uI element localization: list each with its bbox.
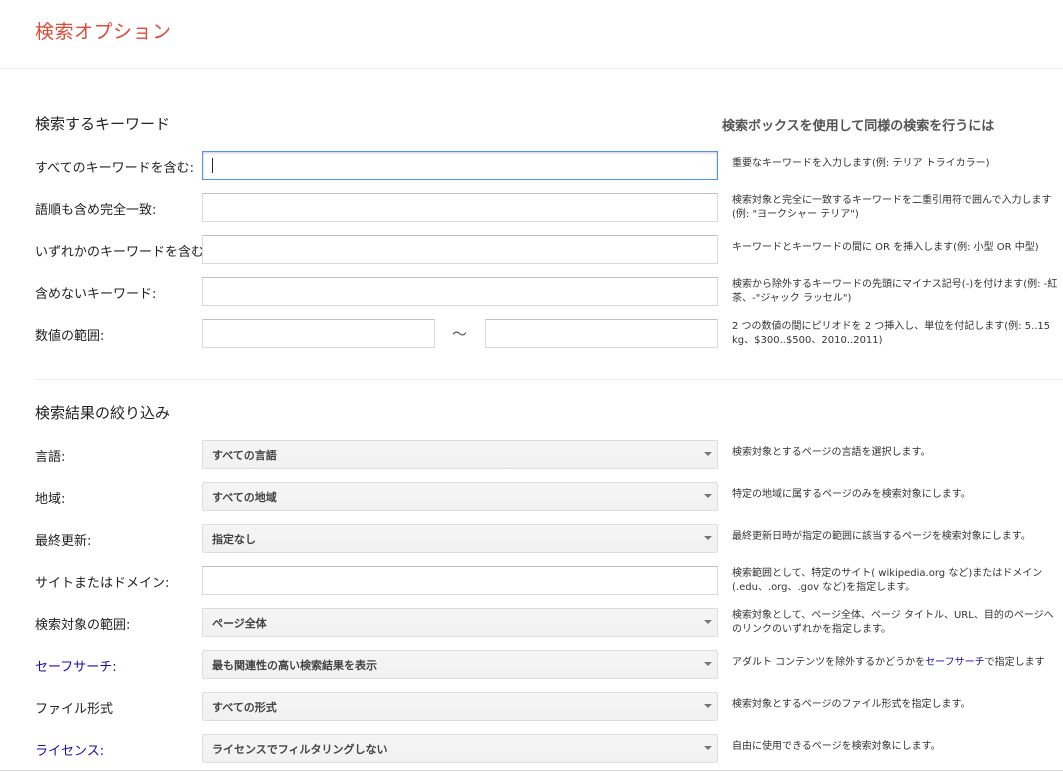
region-help: 特定の地域に属するページのみを検索対象にします。 xyxy=(732,489,971,500)
chevron-down-icon xyxy=(704,704,712,708)
terms-appearing-label: 検索対象の範囲: xyxy=(35,618,131,633)
number-range-to-input[interactable] xyxy=(485,319,718,348)
license-select-value: ライセンスでフィルタリングしない xyxy=(212,743,388,756)
none-words-label: 含めないキーワード: xyxy=(35,287,157,302)
section-divider xyxy=(35,379,1063,380)
safesearch-help: アダルト コンテンツを除外するかどうかをセーフサーチで指定します xyxy=(732,656,1062,670)
site-domain-label: サイトまたはドメイン: xyxy=(35,576,170,591)
row-file-type: ファイル形式 すべての形式 検索対象とするページのファイル形式を指定します。 xyxy=(0,692,1063,722)
chevron-down-icon xyxy=(704,452,712,456)
any-words-help: キーワードとキーワードの間に OR を挿入します(例: 小型 OR 中型) xyxy=(732,242,1039,253)
terms-appearing-select[interactable]: ページ全体 xyxy=(202,608,718,637)
site-domain-help: 検索範囲として、特定のサイト( wikipedia.org など)またはドメイン… xyxy=(732,568,1043,593)
chevron-down-icon xyxy=(704,620,712,624)
safesearch-label-link[interactable]: セーフサーチ: xyxy=(35,656,117,675)
last-update-help: 最終更新日時が指定の範囲に該当するページを検索対象にします。 xyxy=(732,531,1031,542)
language-select[interactable]: すべての言語 xyxy=(202,440,718,469)
any-words-input[interactable] xyxy=(202,235,718,264)
text-caret xyxy=(212,158,213,173)
safesearch-select[interactable]: 最も関連性の高い検索結果を表示 xyxy=(202,650,718,679)
region-select-value: すべての地域 xyxy=(212,491,277,504)
chevron-down-icon xyxy=(704,494,712,498)
file-type-select[interactable]: すべての形式 xyxy=(202,692,718,721)
row-any-words: いずれかのキーワードを含む: キーワードとキーワードの間に OR を挿入します(… xyxy=(0,235,1063,265)
exact-phrase-label: 語順も含め完全一致: xyxy=(35,203,157,218)
row-terms-appearing: 検索対象の範囲: ページ全体 検索対象として、ページ全体、ページ タイトル、UR… xyxy=(0,608,1063,638)
row-exact-phrase: 語順も含め完全一致: 検索対象と完全に一致するキーワードを二重引用符で囲んで入力… xyxy=(0,193,1063,223)
row-none-words: 含めないキーワード: 検索から除外するキーワードの先頭にマイナス記号(-)を付け… xyxy=(0,277,1063,307)
region-label: 地域: xyxy=(35,492,66,507)
all-words-label: すべてのキーワードを含む: xyxy=(35,161,194,176)
row-site-domain: サイトまたはドメイン: 検索範囲として、特定のサイト( wikipedia.or… xyxy=(0,566,1063,596)
number-range-from-input[interactable] xyxy=(202,319,435,348)
row-all-words: すべてのキーワードを含む: 重要なキーワードを入力します(例: テリア トライカ… xyxy=(0,151,1063,181)
page-title: 検索オプション xyxy=(35,21,172,43)
any-words-label: いずれかのキーワードを含む: xyxy=(35,245,209,260)
row-region: 地域: すべての地域 特定の地域に属するページのみを検索対象にします。 xyxy=(0,482,1063,512)
row-last-update: 最終更新: 指定なし 最終更新日時が指定の範囲に該当するページを検索対象にします… xyxy=(0,524,1063,554)
bottom-divider xyxy=(0,770,1063,771)
all-words-input[interactable] xyxy=(202,151,718,180)
search-box-tip-heading: 検索ボックスを使用して同様の検索を行うには xyxy=(722,119,995,134)
row-number-range: 数値の範囲: 〜 2 つの数値の間にピリオドを 2 つ挿入し、単位を付記します(… xyxy=(0,319,1063,349)
license-select[interactable]: ライセンスでフィルタリングしない xyxy=(202,734,718,763)
file-type-select-value: すべての形式 xyxy=(212,701,277,714)
license-label-link[interactable]: ライセンス: xyxy=(35,740,104,759)
file-type-label: ファイル形式 xyxy=(35,702,114,717)
section-title-narrow: 検索結果の絞り込み xyxy=(35,404,171,422)
row-language: 言語: すべての言語 検索対象とするページの言語を選択します。 xyxy=(0,440,1063,470)
range-separator: 〜 xyxy=(452,325,468,343)
terms-appearing-select-value: ページ全体 xyxy=(212,617,267,630)
none-words-input[interactable] xyxy=(202,277,718,306)
none-words-help: 検索から除外するキーワードの先頭にマイナス記号(-)を付けます(例: -紅茶、-… xyxy=(732,279,1058,304)
region-select[interactable]: すべての地域 xyxy=(202,482,718,511)
language-select-value: すべての言語 xyxy=(212,449,277,462)
last-update-select[interactable]: 指定なし xyxy=(202,524,718,553)
last-update-select-value: 指定なし xyxy=(212,533,256,546)
chevron-down-icon xyxy=(704,662,712,666)
number-range-label: 数値の範囲: xyxy=(35,329,105,344)
exact-phrase-help: 検索対象と完全に一致するキーワードを二重引用符で囲んで入力します(例: "ヨーク… xyxy=(732,195,1052,220)
exact-phrase-input[interactable] xyxy=(202,193,718,222)
safesearch-select-value: 最も関連性の高い検索結果を表示 xyxy=(212,659,377,672)
safesearch-help-text: アダルト コンテンツを除外するかどうかを xyxy=(732,657,926,668)
language-help: 検索対象とするページの言語を選択します。 xyxy=(732,447,931,458)
last-update-label: 最終更新: xyxy=(35,534,92,549)
row-safesearch: セーフサーチ: 最も関連性の高い検索結果を表示 アダルト コンテンツを除外するか… xyxy=(0,650,1063,680)
chevron-down-icon xyxy=(704,536,712,540)
file-type-help: 検索対象とするページのファイル形式を指定します。 xyxy=(732,699,971,710)
chevron-down-icon xyxy=(704,746,712,750)
all-words-help: 重要なキーワードを入力します(例: テリア トライカラー) xyxy=(732,158,990,169)
number-range-help: 2 つの数値の間にピリオドを 2 つ挿入し、単位を付記します(例: 5..15 … xyxy=(732,321,1051,346)
section-title-keywords: 検索するキーワード xyxy=(35,115,171,133)
terms-appearing-help: 検索対象として、ページ全体、ページ タイトル、URL、目的のページへのリンクのい… xyxy=(732,610,1054,635)
license-help: 自由に使用できるページを検索対象にします。 xyxy=(732,741,941,752)
safesearch-help-link[interactable]: セーフサーチ xyxy=(925,657,984,668)
header-divider xyxy=(0,68,1063,69)
site-domain-input[interactable] xyxy=(202,566,718,595)
safesearch-help-suffix: で指定します xyxy=(984,657,1045,668)
language-label: 言語: xyxy=(35,450,66,465)
row-license: ライセンス: ライセンスでフィルタリングしない 自由に使用できるページを検索対象… xyxy=(0,734,1063,764)
